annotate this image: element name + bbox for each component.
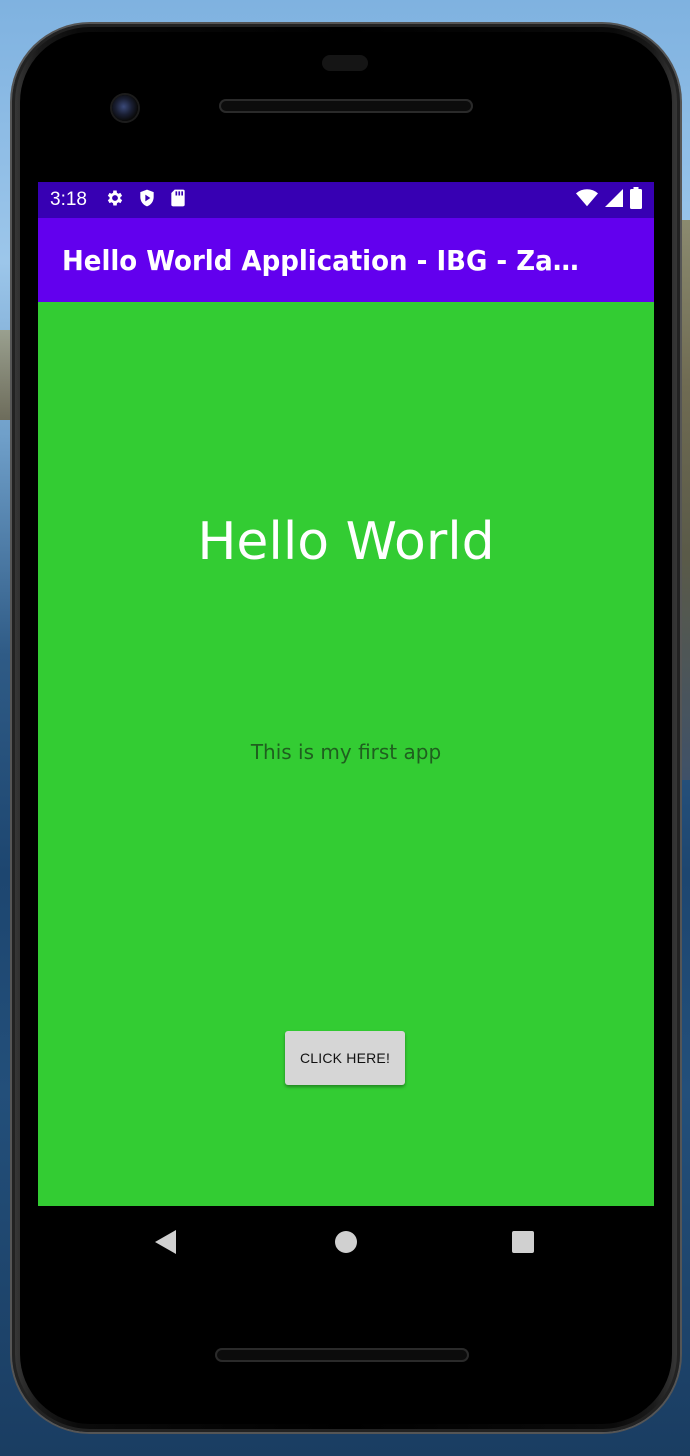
status-time: 3:18 <box>50 189 87 210</box>
status-bar: 3:18 <box>38 182 654 218</box>
front-camera-icon <box>112 95 138 121</box>
main-content: Hello World This is my first app CLICK H… <box>38 302 654 1206</box>
top-sensor-slot <box>322 55 368 71</box>
earpiece-speaker <box>219 99 473 113</box>
recents-icon[interactable] <box>507 1226 539 1258</box>
app-title: Hello World Application - IBG - Zachary … <box>62 243 579 277</box>
sd-card-icon <box>169 188 187 213</box>
status-notification-icons <box>105 188 187 213</box>
battery-icon <box>630 186 642 214</box>
bottom-speaker <box>215 1348 469 1362</box>
click-here-button[interactable]: CLICK HERE! <box>285 1031 405 1085</box>
shield-play-icon <box>137 188 157 213</box>
gear-icon <box>105 188 125 213</box>
app-bar: Hello World Application - IBG - Zachary … <box>38 218 654 302</box>
hello-heading: Hello World <box>197 512 495 572</box>
navigation-bar <box>38 1206 654 1278</box>
home-icon[interactable] <box>330 1226 362 1258</box>
back-icon[interactable] <box>150 1226 182 1258</box>
signal-icon <box>604 188 624 213</box>
wifi-icon <box>576 188 598 213</box>
status-system-icons <box>576 182 642 218</box>
device-screen: 3:18 Hello World Application - IBG - Zac… <box>38 182 654 1206</box>
subtitle-text: This is my first app <box>250 740 442 764</box>
